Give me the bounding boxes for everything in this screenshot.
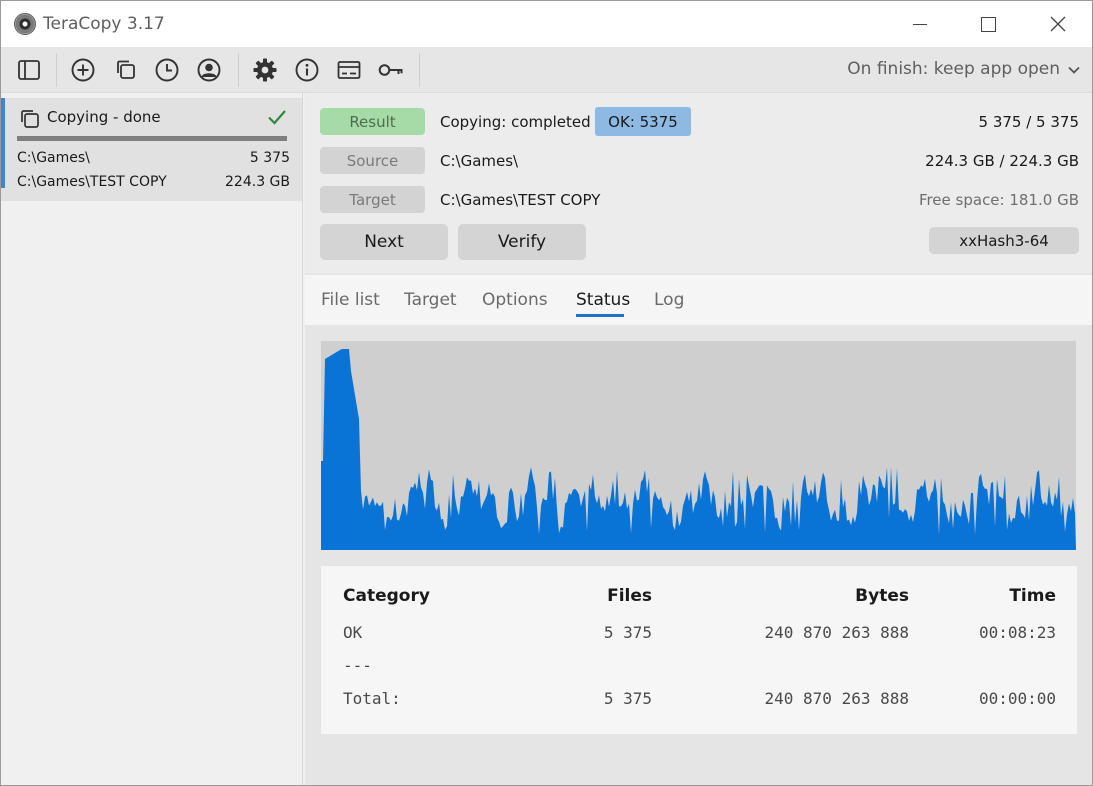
copy-button[interactable] <box>111 55 141 85</box>
row-ok-time: 00:08:23 <box>978 623 1056 642</box>
info-button[interactable] <box>292 55 322 85</box>
row-total-time: 00:00:00 <box>978 689 1056 708</box>
job-selected-indicator <box>1 98 5 188</box>
close-button[interactable] <box>1035 1 1081 47</box>
info-icon <box>295 58 319 82</box>
key-button[interactable] <box>376 55 406 85</box>
job-title: Copying - done <box>47 108 161 126</box>
card-icon <box>337 61 361 79</box>
close-icon <box>1050 16 1066 32</box>
row-total-bytes: 240 870 263 888 <box>764 689 910 708</box>
speed-area <box>321 349 1076 550</box>
teracopy-window: TeraCopy 3.17 On finish: keep app open C… <box>0 0 1093 786</box>
account-button[interactable] <box>194 55 224 85</box>
row-ok-bytes: 240 870 263 888 <box>764 623 910 642</box>
toolbar: On finish: keep app open <box>1 47 1092 93</box>
on-finish-dropdown[interactable]: On finish: keep app open <box>847 59 1080 79</box>
copy-icon <box>21 110 39 128</box>
active-tab-indicator <box>576 314 624 317</box>
panel-toggle-button[interactable] <box>14 55 44 85</box>
license-button[interactable] <box>334 55 364 85</box>
ok-count-badge[interactable]: OK: 5375 <box>595 107 691 136</box>
result-pill: Result <box>320 108 425 135</box>
target-pill: Target <box>320 186 425 213</box>
job-list-panel: Copying - done C:\Games\ 5 375 C:\Games\… <box>1 93 303 785</box>
row-ok-files: 5 375 <box>603 623 652 642</box>
source-pill: Source <box>320 147 425 174</box>
chevron-down-icon <box>1068 66 1080 74</box>
row-total-files: 5 375 <box>603 689 652 708</box>
job-target-row: C:\Games\TEST COPY 224.3 GB <box>17 174 290 190</box>
tab-status[interactable]: Status <box>576 290 630 310</box>
checkmark-icon <box>268 110 286 125</box>
target-path: C:\Games\TEST COPY <box>440 191 601 209</box>
result-text: Copying: completed <box>440 113 591 131</box>
files-progress: 5 375 / 5 375 <box>978 113 1079 131</box>
job-item[interactable]: Copying - done C:\Games\ 5 375 C:\Games\… <box>1 98 302 201</box>
maximize-icon <box>980 16 996 32</box>
job-source-path: C:\Games\ <box>17 150 90 166</box>
speed-graph-svg <box>321 349 1076 550</box>
on-finish-label: On finish: keep app open <box>847 59 1060 79</box>
tab-bar: File list Target Options Status Log <box>305 275 1092 325</box>
account-icon <box>197 58 221 82</box>
tab-file-list[interactable]: File list <box>321 290 380 310</box>
tab-target[interactable]: Target <box>404 290 457 310</box>
header-bytes: Bytes <box>855 586 909 606</box>
toolbar-separator <box>56 53 57 87</box>
history-icon <box>155 58 179 82</box>
add-icon <box>71 58 95 82</box>
minimize-button[interactable] <box>897 1 943 47</box>
job-source-row: C:\Games\ 5 375 <box>17 150 290 166</box>
source-path: C:\Games\ <box>440 152 519 170</box>
free-space: Free space: 181.0 GB <box>918 191 1079 209</box>
job-target-path: C:\Games\TEST COPY <box>17 174 167 190</box>
maximize-button[interactable] <box>965 1 1011 47</box>
title-bar: TeraCopy 3.17 <box>1 1 1092 47</box>
header-category: Category <box>343 586 430 606</box>
toolbar-separator <box>419 53 420 87</box>
job-progress-bar <box>17 136 287 141</box>
job-source-count: 5 375 <box>249 150 290 166</box>
header-files: Files <box>607 586 652 606</box>
add-button[interactable] <box>68 55 98 85</box>
copy-icon <box>117 60 135 79</box>
details-panel: Result Copying: completed OK: 5375 5 375… <box>305 93 1092 785</box>
transfer-speed-graph <box>321 341 1076 550</box>
verify-button[interactable]: Verify <box>458 224 586 260</box>
tab-options[interactable]: Options <box>482 290 548 310</box>
header-time: Time <box>1009 586 1056 606</box>
toolbar-separator <box>238 53 239 87</box>
minimize-icon <box>913 23 927 25</box>
gear-icon <box>253 58 277 82</box>
panel-toggle-icon <box>18 60 40 80</box>
job-target-size: 224.3 GB <box>225 174 290 190</box>
row-ok-category: OK <box>343 623 363 642</box>
tab-log[interactable]: Log <box>654 290 684 310</box>
job-info-area: Result Copying: completed OK: 5375 5 375… <box>305 93 1092 273</box>
history-button[interactable] <box>152 55 182 85</box>
row-total-category: Total: <box>343 689 401 708</box>
app-logo-icon <box>14 13 36 35</box>
bytes-progress: 224.3 GB / 224.3 GB <box>925 152 1079 170</box>
hash-algorithm-button[interactable]: xxHash3-64 <box>929 227 1079 254</box>
key-icon <box>378 64 403 76</box>
next-button[interactable]: Next <box>320 224 448 260</box>
statistics-table: Category Files Bytes Time OK 5 375 240 8… <box>321 566 1077 734</box>
window-title: TeraCopy 3.17 <box>43 14 165 34</box>
row-separator: --- <box>343 656 372 675</box>
settings-button[interactable] <box>250 55 280 85</box>
